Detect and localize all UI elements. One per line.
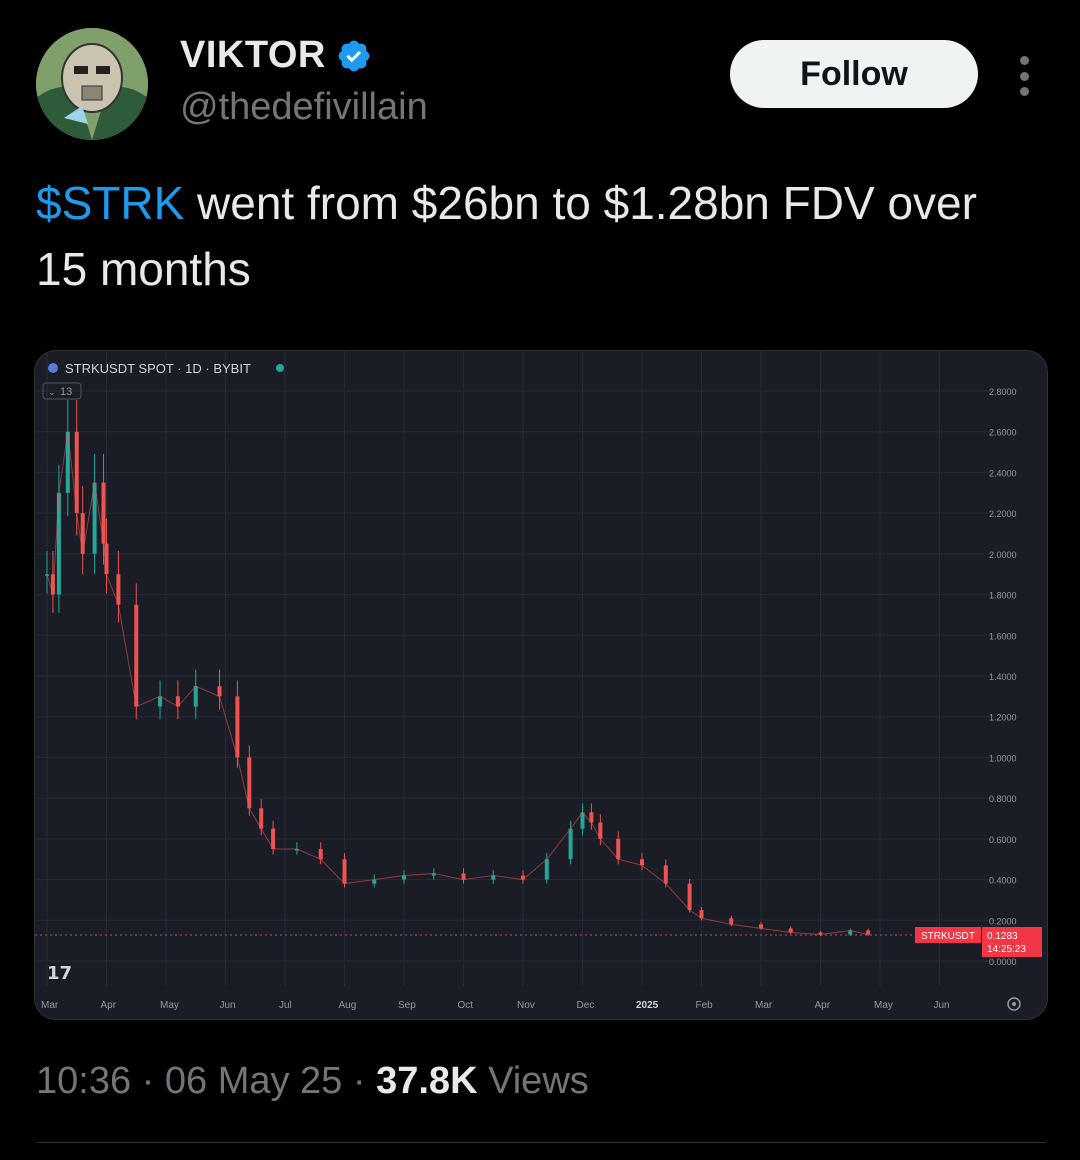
candle-body (158, 696, 163, 707)
countdown: 14:25:23 (987, 944, 1026, 955)
avatar[interactable] (36, 28, 148, 140)
follow-button[interactable]: Follow (730, 40, 978, 108)
x-tick-label: Dec (577, 1000, 595, 1011)
author-handle[interactable]: @thedefivillain (180, 86, 428, 129)
divider (36, 1142, 1046, 1143)
candle-body (461, 873, 466, 880)
x-tick-label: May (874, 1000, 893, 1011)
y-tick-label: 0.2000 (989, 916, 1017, 926)
y-tick-label: 2.6000 (989, 428, 1017, 438)
x-tick-label: Mar (41, 1000, 59, 1011)
verified-badge-icon (338, 40, 370, 71)
y-tick-label: 2.0000 (989, 550, 1017, 560)
author-name[interactable]: VIKTOR (180, 34, 326, 77)
x-tick-label: Apr (101, 1000, 117, 1011)
candle-body (235, 696, 240, 758)
candle-body (217, 686, 222, 697)
x-tick-label: Nov (517, 1000, 535, 1011)
cashtag-link[interactable]: $STRK (36, 177, 184, 229)
y-tick-label: 1.0000 (989, 753, 1017, 763)
y-tick-label: 1.2000 (989, 713, 1017, 723)
x-tick-label: Apr (815, 1000, 831, 1011)
x-tick-label: Mar (755, 1000, 773, 1011)
live-dot-icon (276, 364, 284, 372)
chevron-down-icon: ⌄ (48, 388, 56, 398)
x-tick-label: Oct (458, 1000, 474, 1011)
x-tick-label: Jun (220, 1000, 236, 1011)
more-options-icon[interactable] (1010, 56, 1038, 96)
last-price-symbol: STRKUSDT (921, 931, 975, 942)
x-tick-label: 2025 (636, 1000, 659, 1011)
y-tick-label: 0.8000 (989, 794, 1017, 804)
y-tick-label: 1.4000 (989, 672, 1017, 682)
candle-body (56, 492, 61, 595)
price-line (46, 431, 869, 936)
candle-body (640, 859, 644, 866)
views-label: Views (488, 1060, 589, 1102)
candle-body (544, 859, 549, 880)
tweet-meta: 10:36 · 06 May 25 · 37.8K Views (36, 1060, 589, 1102)
x-tick-label: May (160, 1000, 179, 1011)
y-tick-label: 0.4000 (989, 876, 1017, 886)
symbol-logo-icon (48, 363, 58, 373)
x-tick-label: Sep (398, 1000, 416, 1011)
tradingview-logo-icon: 17 (47, 963, 72, 984)
tweet-text: $STRK went from $26bn to $1.28bn FDV ove… (36, 170, 1036, 302)
chart-symbol: STRKUSDT SPOT · 1D · BYBIT (65, 361, 251, 376)
x-tick-label: Jun (934, 1000, 950, 1011)
candle-body (687, 883, 692, 911)
y-tick-label: 0.0000 (989, 957, 1017, 967)
candle-body (616, 838, 621, 860)
chart-image[interactable]: 2.8000 2.6000 2.4000 2.2000 2.0000 1.8000 1.60… (34, 350, 1048, 1020)
x-tick-label: Feb (696, 1000, 714, 1011)
tweet-time[interactable]: 10:36 (36, 1060, 131, 1102)
y-tick-label: 1.8000 (989, 591, 1017, 601)
candle-body (729, 918, 734, 925)
last-price: 0.1283 (987, 931, 1018, 942)
indicator-count: 13 (60, 386, 72, 398)
y-tick-label: 2.8000 (989, 387, 1017, 397)
y-tick-label: 0.6000 (989, 835, 1017, 845)
y-tick-label: 2.4000 (989, 468, 1017, 478)
candle-body (568, 828, 573, 860)
views-count: 37.8K (376, 1060, 478, 1102)
x-tick-label: Jul (279, 1000, 292, 1011)
price-chart: 2.8000 2.6000 2.4000 2.2000 2.0000 1.8000 1.60… (35, 351, 1042, 1011)
candle-body (663, 865, 668, 884)
candle-body (134, 604, 139, 707)
x-tick-label: Aug (339, 1000, 357, 1011)
y-tick-label: 2.2000 (989, 509, 1017, 519)
y-tick-label: 1.6000 (989, 631, 1017, 641)
candle-body (193, 686, 198, 707)
candle-body (318, 849, 323, 860)
tweet-date[interactable]: 06 May 25 (165, 1060, 342, 1102)
villain-mask-avatar-icon (36, 28, 148, 140)
candle-body (342, 859, 347, 884)
